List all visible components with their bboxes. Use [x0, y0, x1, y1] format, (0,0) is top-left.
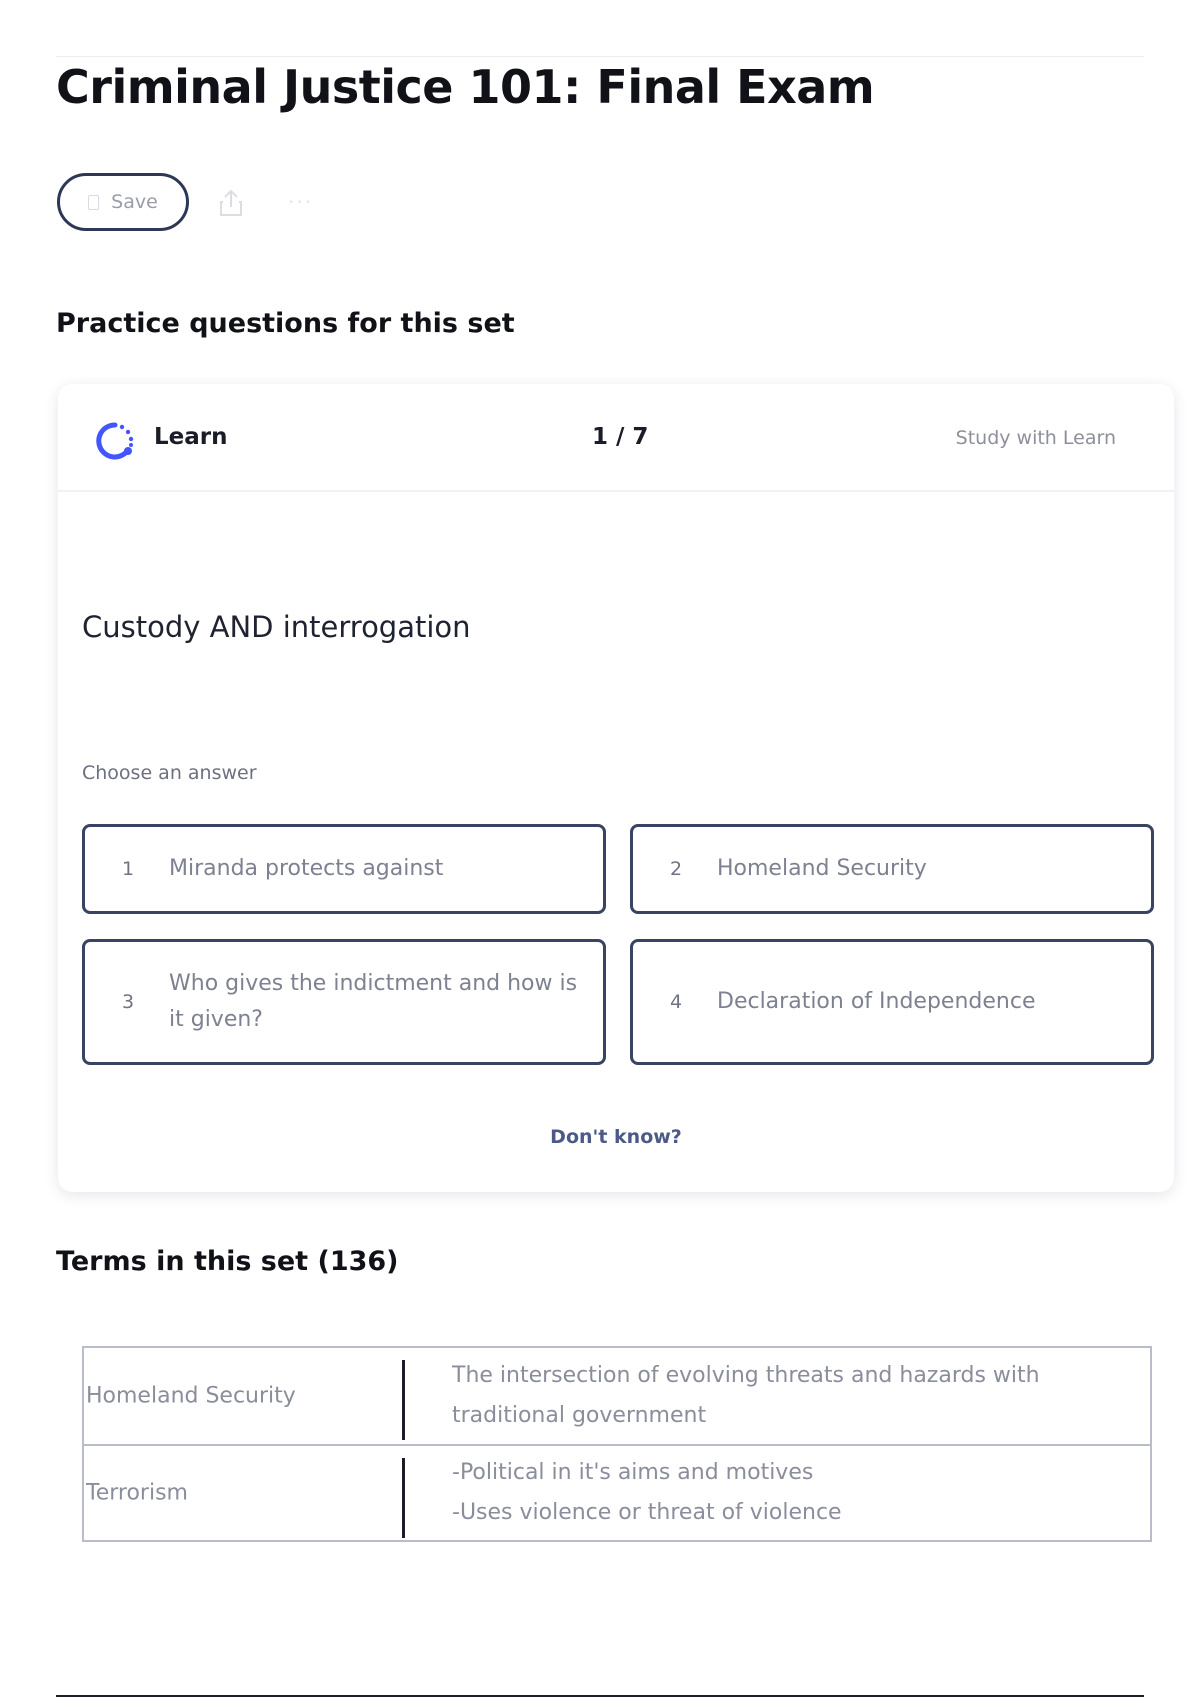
term-definition: -Political in it's aims and motives -Use… [452, 1453, 842, 1533]
terms-section-title: Terms in this set (136) [56, 1246, 399, 1277]
share-icon[interactable] [218, 188, 244, 218]
answer-option-text: Homeland Security [717, 856, 927, 881]
term-definition-line: traditional government [452, 1403, 707, 1428]
bottom-divider [56, 1695, 1144, 1697]
term-definition-line: -Political in it's aims and motives [452, 1460, 814, 1485]
practice-section-title: Practice questions for this set [56, 308, 515, 339]
top-divider [56, 56, 1144, 57]
answer-option-1[interactable]: 1 Miranda protects against [82, 824, 606, 914]
save-button[interactable]: Save [57, 173, 189, 231]
bookmark-icon [88, 194, 100, 210]
question-progress: 1 / 7 [592, 424, 649, 450]
learn-mode-label: Learn [154, 424, 228, 450]
answer-option-number: 2 [670, 858, 683, 880]
page-title: Criminal Justice 101: Final Exam [56, 60, 875, 114]
terms-table: Homeland Security The intersection of ev… [82, 1346, 1152, 1542]
answer-option-number: 3 [122, 991, 135, 1013]
dont-know-button[interactable]: Don't know? [58, 1126, 1174, 1148]
study-with-learn-link[interactable]: Study with Learn [956, 427, 1116, 449]
answer-option-number: 1 [122, 858, 135, 880]
answer-option-2[interactable]: 2 Homeland Security [630, 824, 1154, 914]
term-definition-line: The intersection of evolving threats and… [452, 1363, 1040, 1388]
term-word: Terrorism [86, 1480, 188, 1506]
term-divider [402, 1458, 405, 1538]
answer-option-number: 4 [670, 991, 683, 1013]
answer-option-text: Declaration of Independence [717, 989, 1036, 1014]
term-definition: The intersection of evolving threats and… [452, 1356, 1040, 1436]
save-button-label: Save [111, 191, 158, 213]
choose-answer-label: Choose an answer [82, 762, 257, 784]
term-row: Homeland Security The intersection of ev… [84, 1348, 1150, 1444]
term-word: Homeland Security [86, 1383, 296, 1409]
more-options-icon[interactable]: ··· [288, 190, 313, 214]
term-divider [402, 1360, 405, 1440]
answer-option-text: Miranda protects against [169, 856, 444, 881]
question-prompt: Custody AND interrogation [82, 610, 471, 644]
term-row: Terrorism -Political in it's aims and mo… [84, 1444, 1150, 1540]
answer-option-4[interactable]: 4 Declaration of Independence [630, 939, 1154, 1065]
learn-card-header: Learn 1 / 7 Study with Learn [58, 384, 1174, 492]
learn-card: Learn 1 / 7 Study with Learn Custody AND… [58, 384, 1174, 1192]
learn-mode-icon [96, 422, 134, 460]
answer-option-text: Who gives the indictment and how is it g… [169, 971, 578, 1032]
answer-option-3[interactable]: 3 Who gives the indictment and how is it… [82, 939, 606, 1065]
term-definition-line: -Uses violence or threat of violence [452, 1500, 842, 1525]
